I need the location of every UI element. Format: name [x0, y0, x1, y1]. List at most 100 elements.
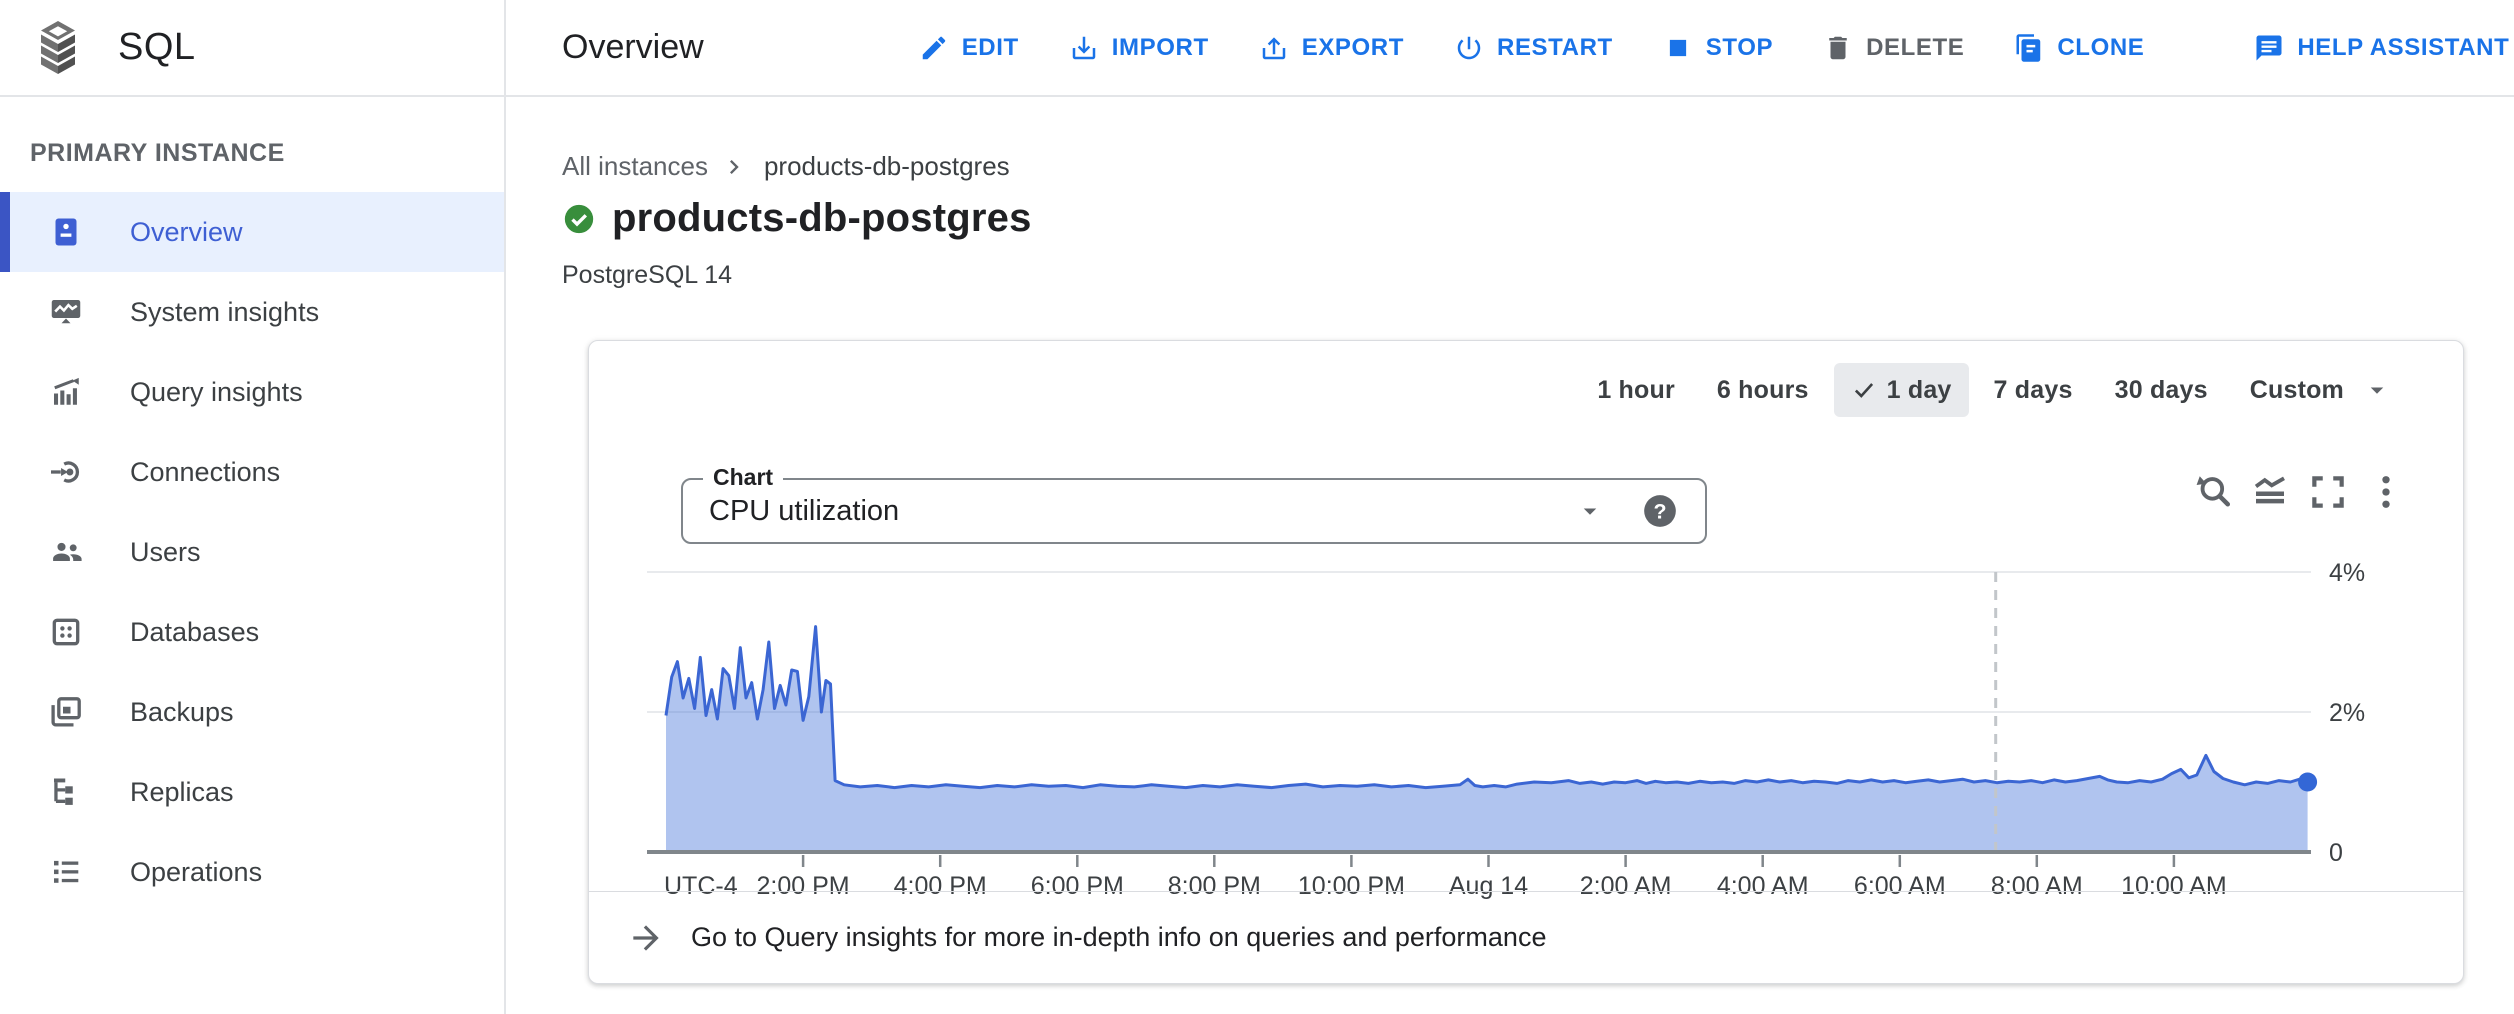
- users-icon: [48, 534, 84, 570]
- sidebar-item-databases[interactable]: Databases: [0, 592, 504, 672]
- sidebar-item-overview[interactable]: Overview: [0, 192, 504, 272]
- time-range-label: 1 day: [1887, 376, 1952, 405]
- sidebar-item-label: Users: [130, 537, 201, 568]
- chevron-right-icon: [720, 153, 748, 181]
- sidebar-item-label: Connections: [130, 457, 280, 488]
- restart-icon: [1454, 33, 1484, 63]
- product-logo-area: SQL: [0, 0, 506, 95]
- cloud-sql-logo-icon: [34, 20, 82, 76]
- more-vert-icon[interactable]: [2365, 471, 2407, 513]
- help-assistant-icon: [2254, 33, 2284, 63]
- system-insights-icon: [48, 294, 84, 330]
- time-range-custom[interactable]: Custom: [2233, 363, 2409, 417]
- y-tick-label: 2%: [2329, 699, 2365, 727]
- sidebar-item-label: Operations: [130, 857, 262, 888]
- time-range-1-hour[interactable]: 1 hour: [1580, 363, 1692, 417]
- action-export-button[interactable]: EXPORT: [1234, 16, 1429, 80]
- edit-icon: [919, 33, 949, 63]
- action-delete-button[interactable]: DELETE: [1798, 16, 1989, 80]
- connections-icon: [48, 454, 84, 490]
- action-label: CLONE: [2057, 34, 2144, 62]
- action-clone-button[interactable]: CLONE: [1989, 16, 2169, 80]
- sidebar-item-backups[interactable]: Backups: [0, 672, 504, 752]
- import-icon: [1069, 33, 1099, 63]
- help-icon[interactable]: ?: [1641, 492, 1679, 530]
- sidebar: PRIMARY INSTANCE OverviewSystem insights…: [0, 97, 506, 1014]
- sidebar-item-label: Backups: [130, 697, 234, 728]
- latest-value-dot: [2298, 773, 2317, 792]
- instance-engine: PostgreSQL 14: [562, 261, 2464, 290]
- chevron-down-icon: [1575, 496, 1605, 526]
- caret-down-icon: [2362, 375, 2392, 405]
- action-label: HELP ASSISTANT: [2297, 34, 2509, 62]
- time-range-7-days[interactable]: 7 days: [1977, 363, 2090, 417]
- cloud-sql-overview-page: { "colors": { "accent_blue": "#1a73e8", …: [0, 0, 2514, 1014]
- header-actions: EDIT IMPORT EXPORT RESTART STOP DELETE CLONE HE…: [894, 16, 2514, 80]
- arrow-forward-icon: [627, 919, 665, 957]
- sidebar-item-users[interactable]: Users: [0, 512, 504, 592]
- time-range-6-hours[interactable]: 6 hours: [1700, 363, 1826, 417]
- operations-icon: [48, 854, 84, 890]
- query-insights-link[interactable]: Go to Query insights for more in-depth i…: [589, 892, 2463, 983]
- time-range-label: Custom: [2250, 376, 2344, 405]
- time-range-label: 7 days: [1994, 376, 2073, 405]
- stop-icon: [1663, 33, 1693, 63]
- svg-text:?: ?: [1653, 500, 1666, 524]
- action-label: EXPORT: [1302, 34, 1404, 62]
- breadcrumb-current: products-db-postgres: [764, 151, 1010, 182]
- time-range-selector: 1 hour 6 hours 1 day 7 days 30 days Custom: [1580, 363, 2409, 417]
- sidebar-item-label: Replicas: [130, 777, 234, 808]
- action-label: RESTART: [1497, 34, 1613, 62]
- time-range-30-days[interactable]: 30 days: [2098, 363, 2225, 417]
- instance-name: products-db-postgres: [612, 196, 1032, 241]
- chart-select-label: Chart: [703, 464, 783, 491]
- breadcrumb: All instances products-db-postgres: [562, 151, 2464, 182]
- action-restart-button[interactable]: RESTART: [1429, 16, 1638, 80]
- action-stop-button[interactable]: STOP: [1638, 16, 1798, 80]
- sidebar-item-label: Databases: [130, 617, 259, 648]
- cpu-area-fill: [666, 627, 2308, 852]
- sidebar-item-operations[interactable]: Operations: [0, 832, 504, 912]
- action-label: DELETE: [1866, 34, 1964, 62]
- header-main: Overview EDIT IMPORT EXPORT RESTART STOP DELE…: [506, 0, 2514, 95]
- sidebar-item-label: Query insights: [130, 377, 303, 408]
- databases-icon: [48, 614, 84, 650]
- main-content: All instances products-db-postgres produ…: [506, 97, 2514, 1014]
- area-chart-icon[interactable]: [2249, 471, 2291, 513]
- breadcrumb-all-instances[interactable]: All instances: [562, 151, 708, 182]
- action-help-assistant-button[interactable]: HELP ASSISTANT: [2229, 16, 2514, 80]
- page-title: Overview: [562, 28, 704, 67]
- sidebar-item-system-insights[interactable]: System insights: [0, 272, 504, 352]
- metrics-card: 1 hour 6 hours 1 day 7 days 30 days Custom Ch…: [588, 340, 2464, 984]
- time-range-label: 1 hour: [1597, 376, 1675, 405]
- zoom-reset-icon[interactable]: [2191, 471, 2233, 513]
- chart-select-value: CPU utilization: [709, 495, 899, 528]
- time-range-1-day[interactable]: 1 day: [1834, 363, 1969, 417]
- time-range-label: 6 hours: [1717, 376, 1809, 405]
- sidebar-item-query-insights[interactable]: Query insights: [0, 352, 504, 432]
- action-import-button[interactable]: IMPORT: [1044, 16, 1234, 80]
- instance-title-row: products-db-postgres: [562, 196, 2464, 241]
- cpu-utilization-chart[interactable]: 2:00 PM4:00 PM6:00 PM8:00 PM10:00 PMAug …: [589, 551, 2464, 901]
- delete-icon: [1823, 33, 1853, 63]
- fullscreen-icon[interactable]: [2307, 471, 2349, 513]
- y-tick-label: 0: [2329, 839, 2343, 867]
- replicas-icon: [48, 774, 84, 810]
- sidebar-item-replicas[interactable]: Replicas: [0, 752, 504, 832]
- chart-select[interactable]: Chart CPU utilization ?: [681, 478, 1707, 544]
- product-name: SQL: [118, 26, 196, 69]
- clone-icon: [2014, 33, 2044, 63]
- query-insights-link-text: Go to Query insights for more in-depth i…: [691, 922, 1546, 953]
- export-icon: [1259, 33, 1289, 63]
- sidebar-nav: Overview System insights Query insights Con…: [0, 192, 504, 912]
- chart-toolbar: [2191, 471, 2407, 513]
- sidebar-item-connections[interactable]: Connections: [0, 432, 504, 512]
- top-bar: SQL Overview EDIT IMPORT EXPORT RESTART STOP…: [0, 0, 2514, 97]
- action-label: EDIT: [962, 34, 1019, 62]
- action-label: STOP: [1706, 34, 1773, 62]
- action-edit-button[interactable]: EDIT: [894, 16, 1044, 80]
- y-tick-label: 4%: [2329, 559, 2365, 587]
- sidebar-item-label: System insights: [130, 297, 319, 328]
- sidebar-item-label: Overview: [130, 217, 243, 248]
- query-insights-icon: [48, 374, 84, 410]
